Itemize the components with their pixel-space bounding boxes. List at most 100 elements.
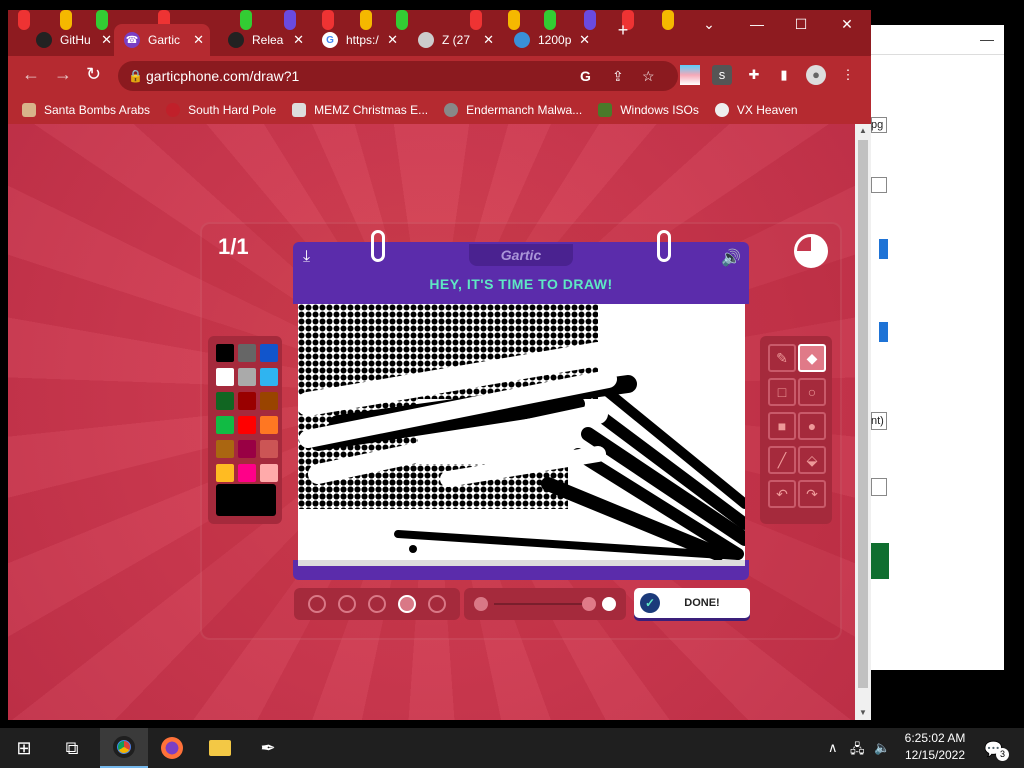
color-swatch[interactable]: [216, 392, 234, 410]
back-icon[interactable]: ←: [22, 64, 40, 85]
background-window[interactable]: — pg nt): [870, 25, 1004, 670]
maximize-icon[interactable]: ☐: [786, 16, 816, 33]
volume-icon[interactable]: 🔈: [874, 740, 890, 756]
color-swatch[interactable]: [260, 368, 278, 386]
close-tab-icon[interactable]: ✕: [293, 32, 304, 48]
chrome-taskbar-icon[interactable]: [100, 728, 148, 768]
tab-https[interactable]: G https:/ ✕: [312, 24, 404, 56]
text-field[interactable]: pg: [871, 117, 887, 133]
opacity-slider[interactable]: [464, 588, 626, 620]
color-swatch[interactable]: [238, 368, 256, 386]
undo-icon[interactable]: ↶: [768, 480, 796, 508]
brush-size-option[interactable]: [308, 595, 326, 613]
extension-s-icon[interactable]: s: [712, 65, 732, 85]
download-icon[interactable]: ⤓: [303, 248, 310, 266]
extensions-puzzle-icon[interactable]: ✚: [744, 65, 764, 85]
address-bar[interactable]: 🔒 garticphone.com/draw?1 G ⇪ ☆: [118, 61, 678, 91]
filled-rectangle-icon[interactable]: ■: [768, 412, 796, 440]
firefox-icon[interactable]: [148, 728, 196, 768]
color-swatch[interactable]: [260, 344, 278, 362]
bookmark-star-icon[interactable]: ☆: [642, 61, 655, 91]
speaker-icon[interactable]: 🔊: [721, 248, 741, 268]
color-swatch[interactable]: [238, 344, 256, 362]
color-swatch[interactable]: [260, 416, 278, 434]
bookmark-item[interactable]: Endermanch Malwa...: [444, 103, 582, 117]
network-icon[interactable]: 🖧: [850, 740, 865, 762]
system-clock[interactable]: 6:25:02 AM 12/15/2022: [900, 730, 970, 764]
tab-1200p[interactable]: 1200p ✕: [504, 24, 596, 56]
drawing-canvas[interactable]: [298, 304, 745, 560]
color-swatch[interactable]: [238, 440, 256, 458]
close-tab-icon[interactable]: ✕: [193, 32, 204, 48]
close-tab-icon[interactable]: ✕: [101, 32, 112, 48]
color-swatch[interactable]: [238, 464, 256, 482]
extension-flag-icon[interactable]: [680, 65, 700, 85]
tab-z[interactable]: Z (27 ✕: [408, 24, 500, 56]
bookmark-item[interactable]: Santa Bombs Arabs: [22, 103, 150, 117]
close-tab-icon[interactable]: ✕: [483, 32, 494, 48]
tab-search-icon[interactable]: ⌄: [694, 16, 724, 33]
dropdown[interactable]: [871, 177, 887, 193]
google-lens-icon[interactable]: G: [580, 61, 591, 91]
green-button[interactable]: [871, 543, 889, 579]
background-window-titlebar[interactable]: —: [871, 25, 1004, 55]
rectangle-icon[interactable]: □: [768, 378, 796, 406]
slider-track[interactable]: [494, 603, 594, 605]
brush-size-option[interactable]: [368, 595, 386, 613]
eraser-icon[interactable]: ◆: [798, 344, 826, 372]
page-scrollbar[interactable]: ▲ ▼: [855, 124, 871, 720]
close-tab-icon[interactable]: ✕: [579, 32, 590, 48]
file-explorer-icon[interactable]: [196, 728, 244, 768]
tab-releases[interactable]: Relea ✕: [218, 24, 310, 56]
bookmark-item[interactable]: South Hard Pole: [166, 103, 276, 117]
color-swatch[interactable]: [260, 440, 278, 458]
minimize-icon[interactable]: —: [980, 31, 994, 47]
line-icon[interactable]: ╱: [768, 446, 796, 474]
redo-icon[interactable]: ↷: [798, 480, 826, 508]
brush-size-option-selected[interactable]: [398, 595, 416, 613]
ellipse-icon[interactable]: ○: [798, 378, 826, 406]
color-swatch[interactable]: [238, 416, 256, 434]
profile-avatar-icon[interactable]: ●: [806, 65, 826, 85]
reload-icon[interactable]: ↻: [86, 64, 101, 85]
color-swatch[interactable]: [216, 368, 234, 386]
color-swatch[interactable]: [238, 392, 256, 410]
brush-size-option[interactable]: [428, 595, 446, 613]
new-tab-button[interactable]: +: [608, 20, 638, 41]
brush-size-option[interactable]: [338, 595, 356, 613]
blue-button[interactable]: [879, 322, 888, 342]
share-icon[interactable]: ⇪: [612, 61, 624, 91]
menu-kebab-icon[interactable]: ⋮: [838, 65, 858, 85]
color-swatch[interactable]: [216, 416, 234, 434]
tab-gartic[interactable]: ☎ Gartic ✕: [114, 24, 210, 56]
filled-ellipse-icon[interactable]: ●: [798, 412, 826, 440]
color-swatch[interactable]: [260, 392, 278, 410]
color-swatch[interactable]: [260, 464, 278, 482]
minimize-icon[interactable]: —: [742, 16, 772, 32]
forward-icon[interactable]: →: [54, 64, 72, 85]
side-panel-icon[interactable]: ▮: [774, 65, 794, 85]
blue-button[interactable]: [879, 239, 888, 259]
bookmark-item[interactable]: VX Heaven: [714, 103, 798, 117]
done-button[interactable]: ✓ DONE!: [634, 588, 750, 618]
bookmark-item[interactable]: MEMZ Christmas E...: [292, 103, 428, 117]
paint-pen-icon[interactable]: ✒: [244, 728, 292, 768]
pencil-icon[interactable]: ✎: [768, 344, 796, 372]
color-swatch[interactable]: [216, 464, 234, 482]
task-view-icon[interactable]: ⧉: [48, 728, 96, 768]
scroll-up-icon[interactable]: ▲: [855, 126, 871, 135]
text-field[interactable]: nt): [871, 412, 887, 430]
close-tab-icon[interactable]: ✕: [387, 32, 398, 48]
fill-bucket-icon[interactable]: ⬙: [798, 446, 826, 474]
color-swatch[interactable]: [216, 440, 234, 458]
bookmark-item[interactable]: Windows ISOs: [598, 103, 699, 117]
tab-github[interactable]: GitHu ✕: [26, 24, 118, 56]
start-windows-icon[interactable]: ⊞: [0, 728, 48, 768]
close-window-icon[interactable]: ✕: [832, 16, 862, 33]
color-swatch[interactable]: [216, 344, 234, 362]
scrollbar-thumb[interactable]: [858, 140, 868, 688]
slider-handle[interactable]: [582, 597, 596, 611]
text-field[interactable]: [871, 478, 887, 496]
scroll-down-icon[interactable]: ▼: [855, 708, 871, 717]
tray-chevron-icon[interactable]: ∧: [828, 740, 838, 756]
